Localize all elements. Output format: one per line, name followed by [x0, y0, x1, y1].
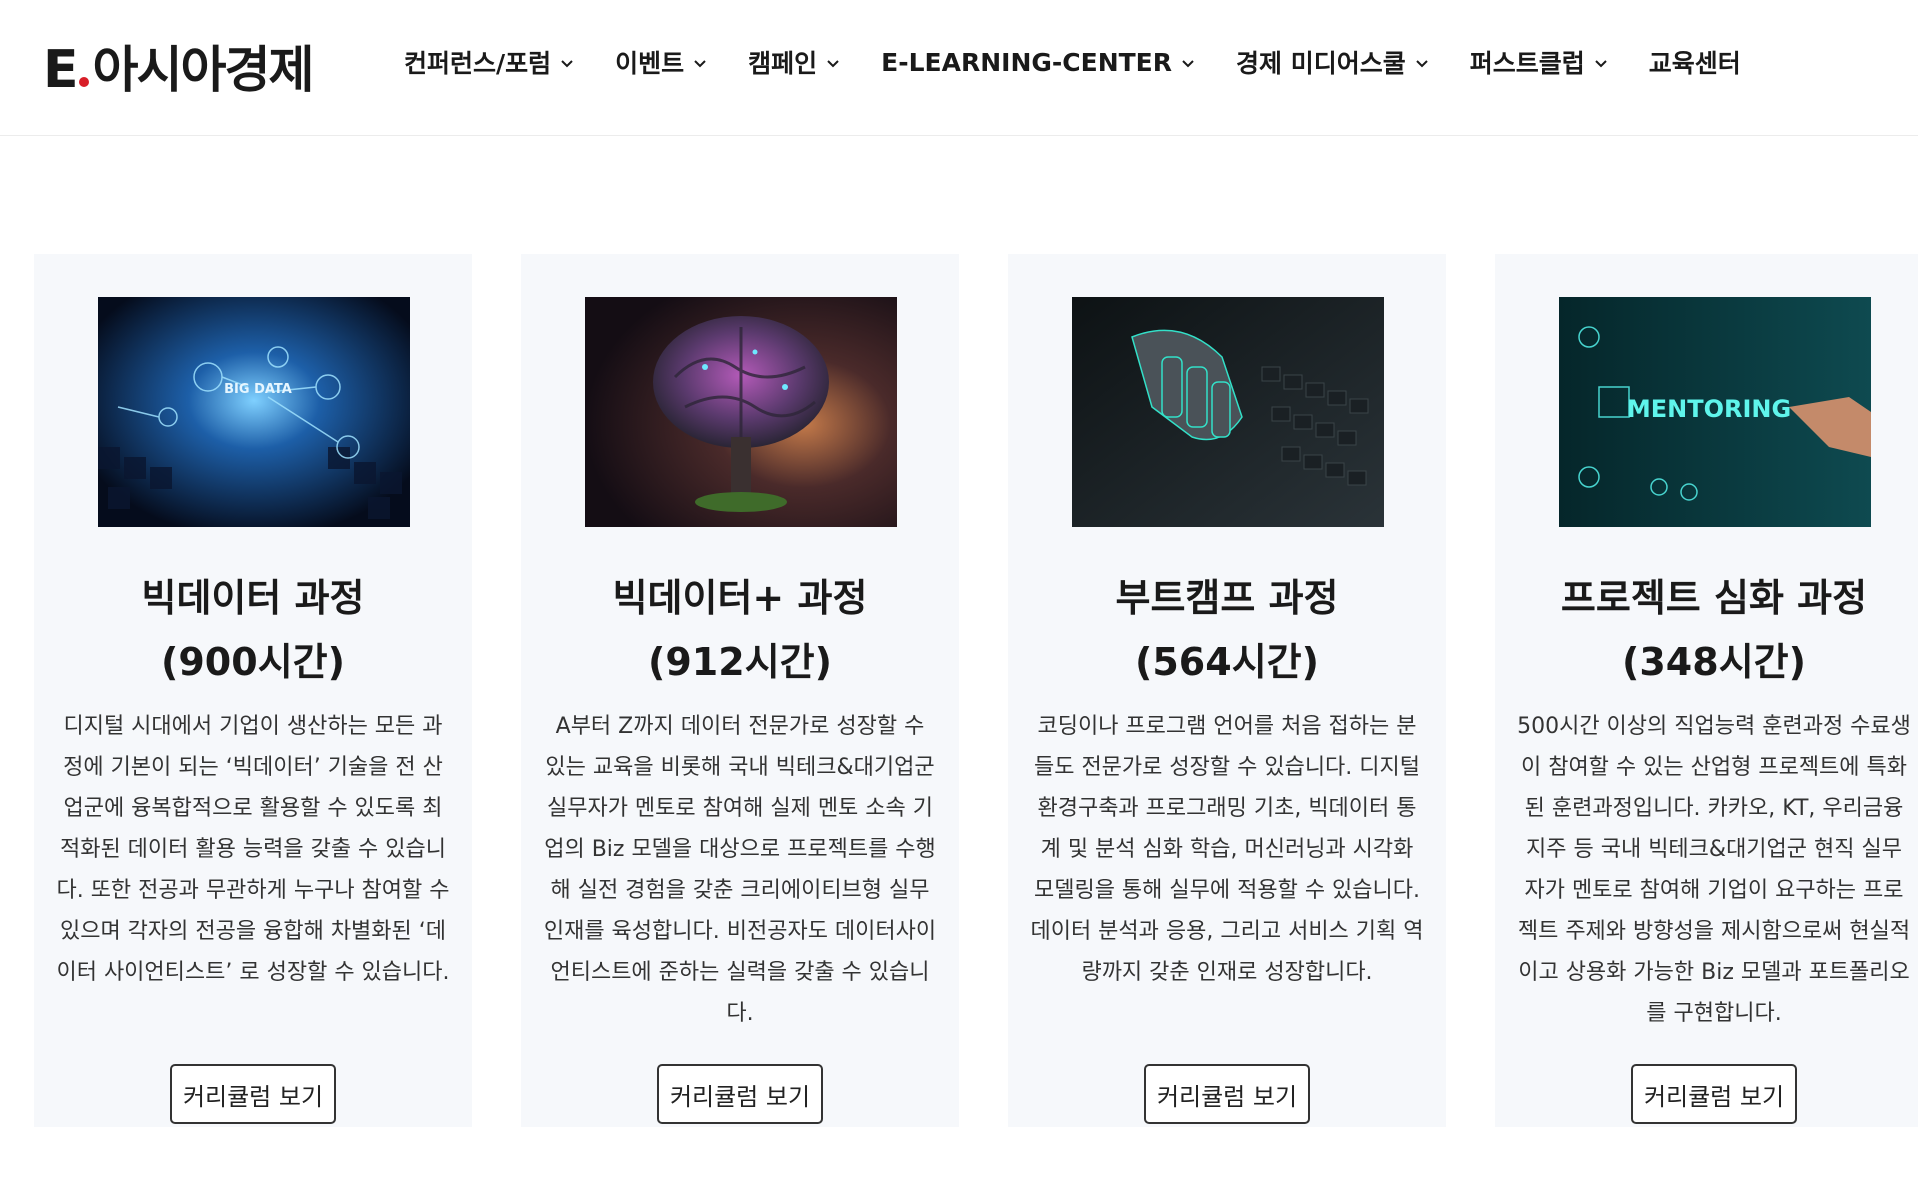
- nav-item-label: 교육센터: [1648, 49, 1741, 78]
- course-title: 빅데이터+ 과정 (912시간): [521, 566, 959, 694]
- course-title-line1: 빅데이터 과정: [141, 576, 365, 620]
- course-title-line2: (900시간): [161, 640, 345, 684]
- nav-item-5[interactable]: 퍼스트클럽: [1470, 44, 1609, 80]
- nav-item-1[interactable]: 이벤트: [615, 44, 708, 80]
- course-title-line2: (348시간): [1622, 640, 1806, 684]
- nav-item-label: 경제 미디어스쿨: [1236, 49, 1406, 78]
- course-card-project: MENTORING 프로젝트 심화 과정 (348시간) 500시간 이상의 직…: [1495, 254, 1918, 1127]
- course-title: 빅데이터 과정 (900시간): [34, 566, 472, 694]
- site-logo[interactable]: E 아시아경제: [43, 30, 315, 100]
- course-title-line2: (564시간): [1135, 640, 1319, 684]
- brain-tree-image: [585, 297, 897, 527]
- course-card-bootcamp: 부트캠프 과정 (564시간) 코딩이나 프로그램 언어를 처음 접하는 분들도…: [1008, 254, 1446, 1127]
- course-title-line1: 빅데이터+ 과정: [612, 576, 868, 620]
- course-title: 프로젝트 심화 과정 (348시간): [1495, 566, 1918, 694]
- nav-item-label: 퍼스트클럽: [1469, 49, 1585, 78]
- nav-item-label: 캠페인: [748, 49, 818, 78]
- course-title-line1: 프로젝트 심화 과정: [1560, 576, 1868, 620]
- main-nav: 컨퍼런스/포럼 이벤트 캠페인 E-LEARNING-CENTER 경제 미디어스쿨 퍼스…: [404, 40, 1781, 84]
- nav-item-0[interactable]: 컨퍼런스/포럼: [404, 44, 575, 80]
- course-title-line1: 부트캠프 과정: [1115, 576, 1339, 620]
- nav-item-label: 이벤트: [615, 49, 685, 78]
- curriculum-button[interactable]: 커리큘럼 보기: [1144, 1064, 1310, 1124]
- course-description: 500시간 이상의 직업능력 훈련과정 수료생이 참여할 수 있는 산업형 프로…: [1517, 714, 1911, 1026]
- robot-hand-keyboard-image: [1072, 297, 1384, 527]
- logo-dot: [78, 77, 89, 87]
- nav-item-4[interactable]: 경제 미디어스쿨: [1236, 44, 1430, 80]
- chevron-down-icon: [1182, 60, 1194, 68]
- nav-item-2[interactable]: 캠페인: [748, 44, 841, 80]
- chevron-down-icon: [1595, 60, 1607, 68]
- nav-item-6[interactable]: 교육센터: [1649, 44, 1741, 80]
- site-header: E 아시아경제 컨퍼런스/포럼 이벤트 캠페인 E-LEARNING-CENTER 경제…: [0, 0, 1918, 136]
- nav-item-label: 컨퍼런스/포럼: [404, 49, 552, 78]
- curriculum-button[interactable]: 커리큘럼 보기: [170, 1064, 336, 1124]
- course-title-line2: (912시간): [648, 640, 832, 684]
- chevron-down-icon: [561, 60, 573, 68]
- curriculum-button[interactable]: 커리큘럼 보기: [657, 1064, 823, 1124]
- course-card-bigdata: BIG DATA 빅데이터 과정 (900시간) 디지털 시대에서 기업이 생산…: [34, 254, 472, 1127]
- course-description: 디지털 시대에서 기업이 생산하는 모든 과정에 기본이 되는 ‘빅데이터’ 기…: [56, 714, 450, 985]
- image-caption: BIG DATA: [224, 382, 292, 397]
- logo-text: 아시아경제: [92, 41, 315, 99]
- chevron-down-icon: [827, 60, 839, 68]
- course-description: 코딩이나 프로그램 언어를 처음 접하는 분들도 전문가로 성장할 수 있습니다…: [1030, 714, 1424, 985]
- nav-item-3[interactable]: E-LEARNING-CENTER: [881, 48, 1196, 77]
- course-title: 부트캠프 과정 (564시간): [1008, 566, 1446, 694]
- chevron-down-icon: [1416, 60, 1428, 68]
- logo-letter: E: [43, 40, 79, 100]
- course-description: A부터 Z까지 데이터 전문가로 성장할 수 있는 교육을 비롯해 국내 빅테크…: [543, 714, 937, 1026]
- image-caption: MENTORING: [1627, 395, 1791, 423]
- big-data-image: BIG DATA: [98, 297, 410, 527]
- course-card-bigdata-plus: 빅데이터+ 과정 (912시간) A부터 Z까지 데이터 전문가로 성장할 수 …: [521, 254, 959, 1127]
- chevron-down-icon: [694, 60, 706, 68]
- nav-item-label: E-LEARNING-CENTER: [881, 47, 1173, 77]
- mentoring-image: MENTORING: [1559, 297, 1871, 527]
- curriculum-button[interactable]: 커리큘럼 보기: [1631, 1064, 1797, 1124]
